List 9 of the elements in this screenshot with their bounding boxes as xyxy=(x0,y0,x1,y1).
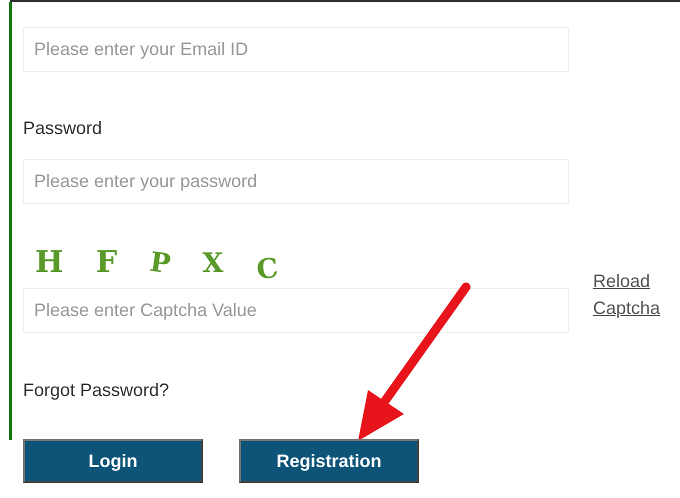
login-button[interactable]: Login xyxy=(23,439,203,483)
password-field[interactable]: Please enter your password xyxy=(23,159,569,204)
captcha-field[interactable]: Please enter Captcha Value xyxy=(23,288,569,333)
registration-button[interactable]: Registration xyxy=(239,439,419,483)
captcha-text: H F P X C xyxy=(34,248,278,278)
password-label: Password xyxy=(23,117,104,140)
email-field[interactable]: Please enter your Email ID xyxy=(23,27,569,72)
forgot-password-link[interactable]: Forgot Password? xyxy=(23,380,170,400)
reload-captcha-link[interactable]: Reload Captcha xyxy=(593,268,673,322)
